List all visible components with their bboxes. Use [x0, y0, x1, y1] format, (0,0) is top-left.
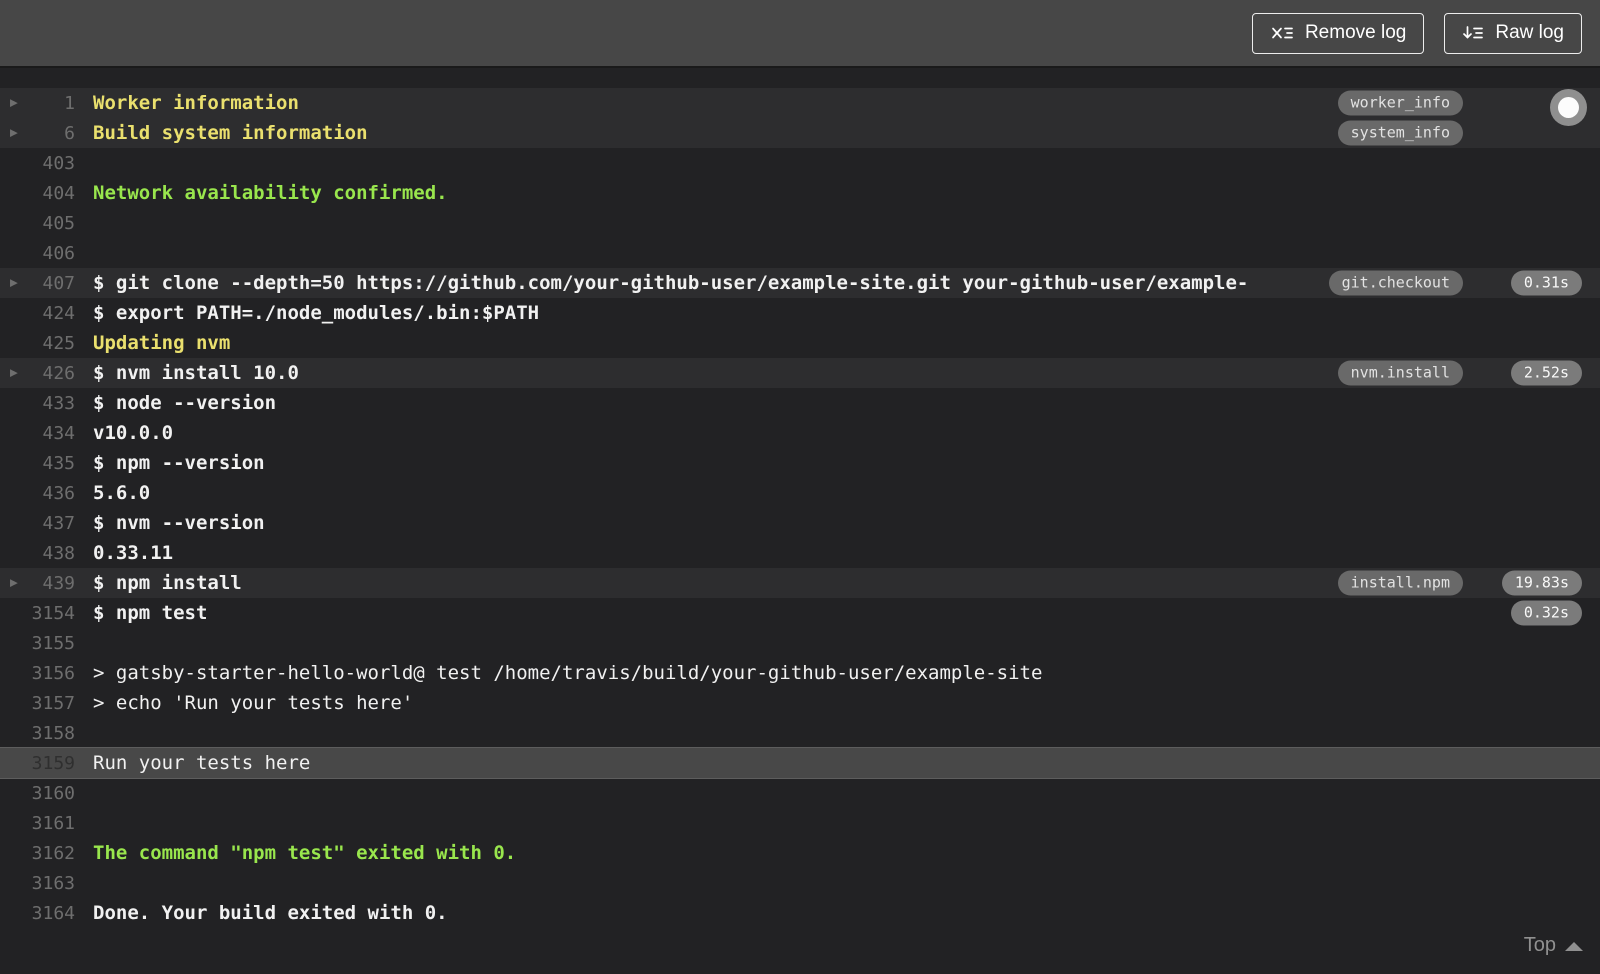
- line-number[interactable]: 405: [0, 213, 75, 234]
- log-line: 3160: [0, 778, 1600, 808]
- log-text: $ node --version: [93, 392, 277, 414]
- fold-name-badge: install.npm: [1337, 570, 1463, 596]
- duration-badge: 19.83s: [1501, 570, 1582, 596]
- line-number[interactable]: 424: [0, 303, 75, 324]
- line-number[interactable]: 434: [0, 423, 75, 444]
- line-number[interactable]: 425: [0, 333, 75, 354]
- remove-log-button[interactable]: Remove log: [1251, 12, 1425, 54]
- log-line: 6 ▶ Build system information system_info: [0, 118, 1600, 148]
- line-number[interactable]: 439 ▶: [0, 573, 75, 594]
- log-text: v10.0.0: [93, 422, 174, 444]
- raw-log-label: Raw log: [1495, 22, 1564, 43]
- log-line: 3163: [0, 868, 1600, 898]
- line-number[interactable]: 3162: [0, 843, 75, 864]
- log-text: > echo 'Run your tests here': [93, 692, 414, 714]
- line-number[interactable]: 433: [0, 393, 75, 414]
- log-text: Updating nvm: [93, 332, 231, 354]
- log-lines: 1 ▶ Worker information worker_info 6 ▶ Build s…: [0, 88, 1600, 928]
- clear-list-x-icon: [1270, 23, 1294, 43]
- line-number[interactable]: 3155: [0, 633, 75, 654]
- line-number[interactable]: 404: [0, 183, 75, 204]
- line-number[interactable]: 3156: [0, 663, 75, 684]
- line-number[interactable]: 407 ▶: [0, 273, 75, 294]
- log-line: 3154 $ npm test 0.32s: [0, 598, 1600, 628]
- log-line: 3155: [0, 628, 1600, 658]
- log-line: 406: [0, 238, 1600, 268]
- line-number[interactable]: 3161: [0, 813, 75, 834]
- line-number[interactable]: 3158: [0, 723, 75, 744]
- follow-log-button[interactable]: [1550, 89, 1587, 126]
- fold-toggle-icon[interactable]: ▶: [10, 97, 18, 110]
- log-line: 3158: [0, 718, 1600, 748]
- log-line: 433 $ node --version: [0, 388, 1600, 418]
- line-number[interactable]: 436: [0, 483, 75, 504]
- line-number[interactable]: 1 ▶: [0, 93, 75, 114]
- log-line: 3161: [0, 808, 1600, 838]
- scroll-to-top-link[interactable]: Top: [1524, 934, 1583, 957]
- log-text: 5.6.0: [93, 482, 151, 504]
- fold-toggle-icon[interactable]: ▶: [10, 127, 18, 140]
- log-text: Run your tests here: [93, 752, 311, 774]
- log-text: $ nvm --version: [93, 512, 265, 534]
- duration-badge: 2.52s: [1510, 360, 1582, 386]
- duration-badge: 0.31s: [1510, 270, 1582, 296]
- build-log: 1 ▶ Worker information worker_info 6 ▶ Build s…: [0, 68, 1600, 972]
- log-line: 3159 Run your tests here: [0, 748, 1600, 778]
- fold-name-badge: nvm.install: [1337, 360, 1463, 386]
- duration-badge: 0.32s: [1510, 600, 1582, 626]
- line-number[interactable]: 437: [0, 513, 75, 534]
- log-line: 439 ▶ $ npm install install.npm 19.83s: [0, 568, 1600, 598]
- log-line: 3162 The command "npm test" exited with 0…: [0, 838, 1600, 868]
- remove-log-label: Remove log: [1304, 22, 1407, 43]
- fold-name-badge: worker_info: [1337, 90, 1463, 116]
- log-text: Network availability confirmed.: [93, 182, 448, 204]
- log-text: $ export PATH=./node_modules/.bin:$PATH: [93, 302, 540, 324]
- log-line: 425 Updating nvm: [0, 328, 1600, 358]
- log-line: 438 0.33.11: [0, 538, 1600, 568]
- log-line: 437 $ nvm --version: [0, 508, 1600, 538]
- log-line: 3156 > gatsby-starter-hello-world@ test /…: [0, 658, 1600, 688]
- log-line: 435 $ npm --version: [0, 448, 1600, 478]
- log-line: 407 ▶ $ git clone --depth=50 https://githu…: [0, 268, 1600, 298]
- line-number[interactable]: 3154: [0, 603, 75, 624]
- fold-toggle-icon[interactable]: ▶: [10, 277, 18, 290]
- fold-toggle-icon[interactable]: ▶: [10, 577, 18, 590]
- fold-name-badge: system_info: [1337, 120, 1463, 146]
- line-number[interactable]: 3157: [0, 693, 75, 714]
- line-number[interactable]: 3164: [0, 903, 75, 924]
- log-text: Done. Your build exited with 0.: [93, 902, 448, 924]
- line-number[interactable]: 3163: [0, 873, 75, 894]
- log-text: $ npm --version: [93, 452, 265, 474]
- record-circle-icon: [1558, 97, 1579, 118]
- log-line: 424 $ export PATH=./node_modules/.bin:$PA…: [0, 298, 1600, 328]
- top-label: Top: [1523, 934, 1556, 956]
- line-number[interactable]: 6 ▶: [0, 123, 75, 144]
- line-number[interactable]: 403: [0, 153, 75, 174]
- line-number[interactable]: 426 ▶: [0, 363, 75, 384]
- log-line: 3157 > echo 'Run your tests here': [0, 688, 1600, 718]
- fold-toggle-icon[interactable]: ▶: [10, 367, 18, 380]
- line-number[interactable]: 435: [0, 453, 75, 474]
- line-number[interactable]: 438: [0, 543, 75, 564]
- log-text: > gatsby-starter-hello-world@ test /home…: [93, 662, 1043, 684]
- line-number[interactable]: 3159: [0, 753, 75, 774]
- log-line: 426 ▶ $ nvm install 10.0 nvm.install 2.52s: [0, 358, 1600, 388]
- log-text: $ npm test: [93, 602, 208, 624]
- log-text: 0.33.11: [93, 542, 174, 564]
- log-line: 403: [0, 148, 1600, 178]
- log-line: 434 v10.0.0: [0, 418, 1600, 448]
- log-line: 436 5.6.0: [0, 478, 1600, 508]
- log-text: The command "npm test" exited with 0.: [93, 842, 517, 864]
- log-line: 405: [0, 208, 1600, 238]
- log-line: 404 Network availability confirmed.: [0, 178, 1600, 208]
- line-number[interactable]: 406: [0, 243, 75, 264]
- log-line: 1 ▶ Worker information worker_info: [0, 88, 1600, 118]
- line-number[interactable]: 3160: [0, 783, 75, 804]
- log-toolbar: Remove log Raw log: [0, 0, 1600, 68]
- download-list-icon: [1462, 23, 1484, 43]
- caret-up-icon: [1565, 942, 1583, 951]
- raw-log-button[interactable]: Raw log: [1444, 12, 1582, 54]
- fold-name-badge: git.checkout: [1328, 270, 1463, 296]
- log-line: 3164 Done. Your build exited with 0.: [0, 898, 1600, 928]
